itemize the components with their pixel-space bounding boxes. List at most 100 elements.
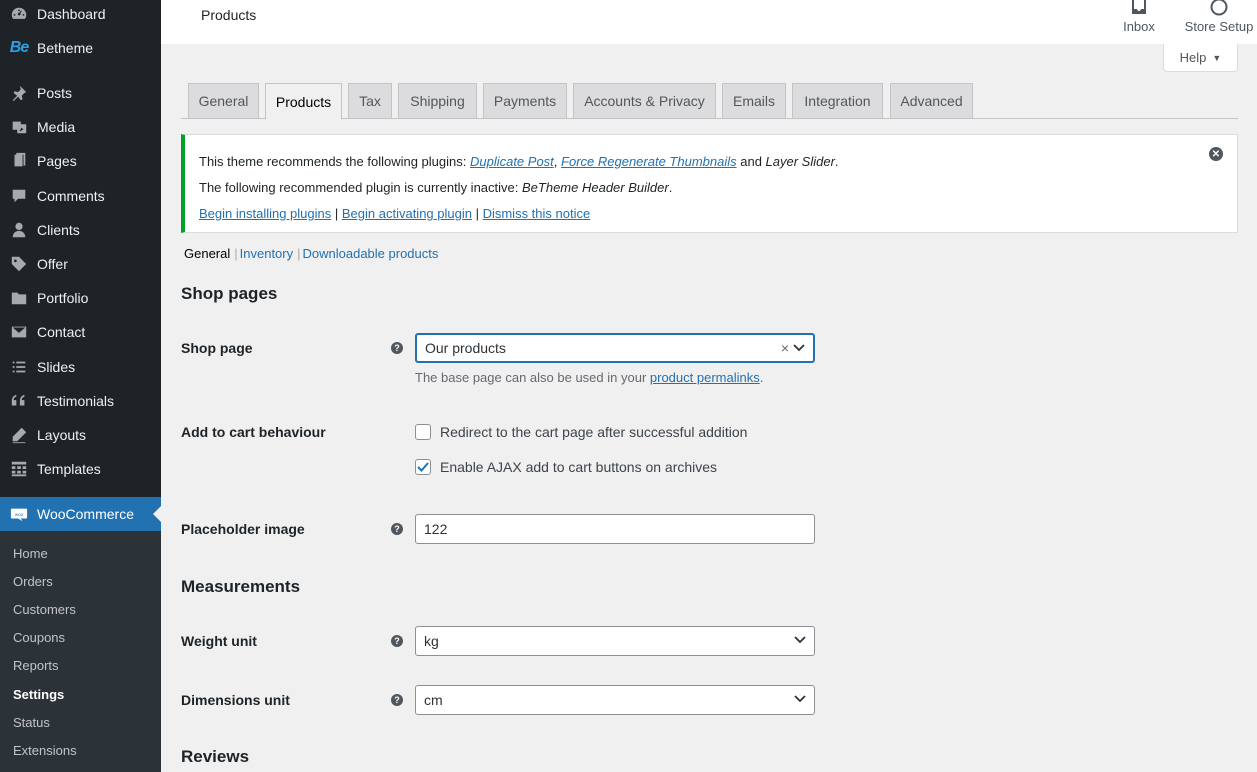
tab-payments[interactable]: Payments: [483, 83, 567, 119]
plugin-notice: This theme recommends the following plug…: [181, 134, 1238, 233]
ajax-option[interactable]: Enable AJAX add to cart buttons on archi…: [415, 459, 717, 475]
betheme-logo-icon: Be: [9, 39, 29, 56]
woocommerce-header: Products Inbox Store Setup: [161, 0, 1257, 44]
submenu-item-settings[interactable]: Settings: [13, 687, 64, 702]
section-links: General | Inventory | Downloadable products: [184, 246, 439, 261]
sidebar-item-contact[interactable]: Contact: [0, 315, 161, 349]
tab-advanced[interactable]: Advanced: [890, 83, 973, 119]
tab-tax[interactable]: Tax: [348, 83, 392, 119]
progress-ring-icon: [1181, 0, 1257, 18]
submenu-item-customers[interactable]: Customers: [13, 602, 76, 617]
section-link-general[interactable]: General: [184, 246, 230, 261]
sidebar-item-betheme[interactable]: Be Betheme: [0, 31, 161, 65]
submenu-item-status[interactable]: Status: [13, 715, 50, 730]
section-link-inventory[interactable]: Inventory: [240, 246, 293, 261]
sidebar-item-label: Dashboard: [37, 6, 106, 22]
caret-down-icon: ▼: [1212, 52, 1222, 63]
sidebar-item-comments[interactable]: Comments: [0, 179, 161, 213]
tab-general[interactable]: General: [188, 83, 259, 119]
dashboard-icon: [9, 4, 29, 24]
submenu-item-extensions[interactable]: Extensions: [13, 743, 77, 758]
redirect-checkbox[interactable]: [415, 424, 431, 440]
placeholder-image-input[interactable]: 122: [415, 514, 815, 544]
sidebar-item-label: Media: [37, 119, 76, 135]
add-to-cart-label: Add to cart behaviour: [181, 424, 326, 440]
dimensions-unit-select[interactable]: cm: [415, 685, 815, 715]
sidebar-item-label: WooCommerce: [37, 506, 134, 522]
settings-tabs: General Products Tax Shipping Payments A…: [181, 83, 1238, 120]
folder-icon: [9, 288, 29, 308]
weight-unit-label: Weight unit: [181, 633, 257, 649]
store-setup-button[interactable]: Store Setup: [1181, 0, 1257, 34]
begin-activating-link[interactable]: Begin activating plugin: [342, 206, 472, 221]
inbox-icon: [1120, 0, 1158, 18]
dimensions-unit-label: Dimensions unit: [181, 692, 290, 708]
help-tip-icon[interactable]: ?: [391, 694, 403, 706]
user-icon: [9, 220, 29, 240]
store-setup-label: Store Setup: [1184, 19, 1254, 34]
dismiss-notice-link[interactable]: Dismiss this notice: [483, 206, 591, 221]
help-label: Help: [1179, 50, 1207, 65]
tab-products[interactable]: Products: [265, 83, 342, 120]
inbox-button[interactable]: Inbox: [1120, 0, 1158, 34]
redirect-option[interactable]: Redirect to the cart page after successf…: [415, 424, 747, 440]
sidebar-item-label: Layouts: [37, 427, 87, 443]
quote-icon: [9, 391, 29, 411]
page-title: Products: [201, 7, 257, 23]
comment-icon: [9, 186, 29, 206]
weight-unit-select[interactable]: kg: [415, 626, 815, 656]
layer-slider-name: Layer Slider: [765, 154, 835, 169]
sidebar-item-dashboard[interactable]: Dashboard: [0, 0, 161, 31]
notice-line-inactive: The following recommended plugin is curr…: [199, 180, 673, 195]
sidebar-item-portfolio[interactable]: Portfolio: [0, 281, 161, 315]
pencil-icon: [9, 425, 29, 445]
notice-line-recommended: This theme recommends the following plug…: [199, 154, 839, 169]
tab-shipping[interactable]: Shipping: [398, 83, 477, 119]
placeholder-image-label: Placeholder image: [181, 521, 305, 537]
inbox-label: Inbox: [1123, 19, 1155, 34]
submenu-item-orders[interactable]: Orders: [13, 574, 53, 589]
shop-pages-heading: Shop pages: [181, 284, 278, 303]
ajax-checkbox[interactable]: [415, 459, 431, 475]
sidebar-item-layouts[interactable]: Layouts: [0, 418, 161, 452]
section-link-downloadable[interactable]: Downloadable products: [303, 246, 439, 261]
duplicate-post-link[interactable]: Duplicate Post: [470, 154, 554, 169]
dimensions-unit-value: cm: [424, 692, 443, 708]
sidebar-item-label: Slides: [37, 359, 76, 375]
sidebar-item-slides[interactable]: Slides: [0, 350, 161, 384]
help-button[interactable]: Help ▼: [1163, 44, 1238, 72]
sidebar-item-woocommerce[interactable]: woo WooCommerce: [0, 497, 161, 531]
submenu-item-reports[interactable]: Reports: [13, 658, 59, 673]
sidebar-item-testimonials[interactable]: Testimonials: [0, 384, 161, 418]
clear-selection-icon[interactable]: ×: [781, 340, 789, 356]
sidebar-item-posts[interactable]: Posts: [0, 76, 161, 110]
close-icon[interactable]: ✕: [1209, 147, 1223, 161]
checkmark-icon: [417, 462, 429, 472]
list-icon: [9, 357, 29, 377]
force-regenerate-thumbnails-link[interactable]: Force Regenerate Thumbnails: [561, 154, 737, 169]
sidebar-item-label: Offer: [37, 256, 68, 272]
help-tip-icon[interactable]: ?: [391, 635, 403, 647]
sidebar-item-label: Contact: [37, 324, 86, 340]
sidebar-item-label: Clients: [37, 222, 80, 238]
tab-accounts-privacy[interactable]: Accounts & Privacy: [573, 83, 716, 119]
sidebar-item-templates[interactable]: Templates: [0, 452, 161, 486]
shop-page-select[interactable]: Our products ×: [415, 333, 815, 363]
submenu-item-home[interactable]: Home: [13, 546, 48, 561]
help-tip-icon[interactable]: ?: [391, 342, 403, 354]
sidebar-item-clients[interactable]: Clients: [0, 213, 161, 247]
sidebar-item-pages[interactable]: Pages: [0, 144, 161, 178]
help-tip-icon[interactable]: ?: [391, 523, 403, 535]
product-permalinks-link[interactable]: product permalinks: [650, 370, 760, 385]
redirect-label: Redirect to the cart page after successf…: [440, 424, 748, 440]
pages-icon: [9, 151, 29, 171]
woocommerce-submenu: Home Orders Customers Coupons Reports Se…: [0, 531, 161, 772]
tab-integration[interactable]: Integration: [792, 83, 883, 119]
weight-unit-value: kg: [424, 633, 439, 649]
sidebar-item-media[interactable]: Media: [0, 110, 161, 144]
chevron-down-icon: [794, 695, 806, 703]
sidebar-item-offer[interactable]: Offer: [0, 247, 161, 281]
submenu-item-coupons[interactable]: Coupons: [13, 630, 65, 645]
tab-emails[interactable]: Emails: [722, 83, 786, 119]
begin-installing-link[interactable]: Begin installing plugins: [199, 206, 331, 221]
